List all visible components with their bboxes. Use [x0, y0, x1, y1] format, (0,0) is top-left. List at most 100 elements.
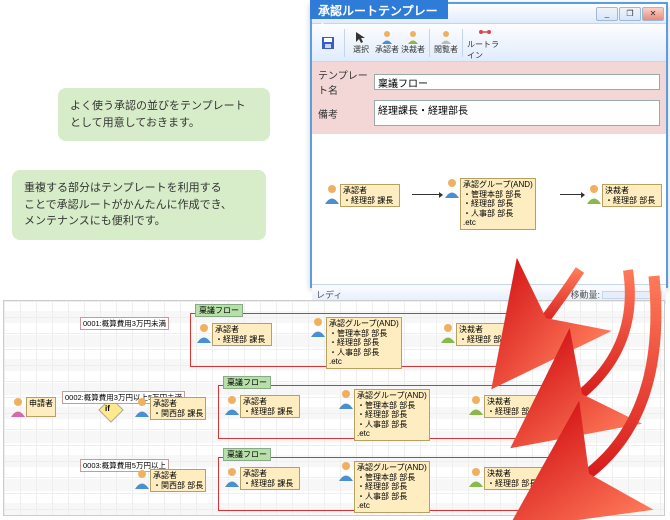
flow-canvas[interactable]: 承認者 ・経理部 課長 承認グループ(AND) ・管理本部 部長 ・経理部 部長…: [312, 134, 666, 284]
node-title: 承認グループ(AND): [329, 319, 399, 329]
node-line: ・管理本部 部長: [463, 190, 533, 200]
save-button[interactable]: [316, 36, 340, 50]
save-icon: [321, 36, 335, 50]
flow-node-group[interactable]: 承認グループ(AND) ・管理本部 部長 ・経理部 部長 ・人事部 部長 .et…: [444, 178, 536, 230]
node-title: 承認グループ(AND): [357, 463, 427, 473]
template-name-label: テンプレート名: [318, 67, 374, 97]
app-window: _ ❐ ✕ 選択 承認者 決裁者: [310, 2, 668, 288]
approver-label: 承認者: [375, 44, 399, 55]
viewer-button[interactable]: 閲覧者: [434, 30, 458, 55]
template-name-input[interactable]: [374, 74, 660, 90]
node-title: 承認者: [243, 469, 297, 479]
toolbar-separator: [462, 29, 463, 57]
actor-icon: [310, 317, 326, 337]
flow-node[interactable]: 承認グループ(AND)・管理本部 部長・経理部 部長・人事部 部長.etc: [338, 389, 430, 441]
flow-node[interactable]: 決裁者・経理部 部長: [440, 323, 516, 346]
callout-line: として用意しておきます。: [70, 115, 258, 132]
callout-line: よく使う承認の並びをテンプレート: [70, 98, 258, 115]
node-line: ・経理部 課長: [243, 407, 297, 417]
zoom-track[interactable]: [602, 291, 662, 299]
toolbar-separator: [344, 29, 345, 57]
node-title: 決裁者: [487, 397, 541, 407]
actor-icon: [10, 397, 26, 417]
node-line: ・経理部 課長: [243, 479, 297, 489]
node-line: ・経理部 部長: [329, 338, 399, 348]
viewer-label: 閲覧者: [434, 44, 458, 55]
note-textarea[interactable]: 経理課長・経理部長: [374, 100, 660, 126]
decider-label: 決裁者: [401, 44, 425, 55]
callout-line: ことで承認ルートがかんたんに作成でき、: [24, 197, 254, 214]
node-line: .etc: [357, 429, 427, 439]
node-line: ・経理部 部長: [357, 482, 427, 492]
route-icon: [478, 25, 492, 39]
flow-node[interactable]: 承認者・関西部 課長: [134, 397, 206, 420]
lower-diagram[interactable]: 申請者 if 0001:概算費用3万円未満 0002:概算費用3万円以上5万円未…: [3, 300, 665, 516]
cursor-icon: [354, 30, 368, 44]
flow-node[interactable]: 決裁者・経理部 部長: [468, 467, 544, 490]
node-line: .etc: [357, 501, 427, 511]
flow-node[interactable]: 決裁者・経理部 部長: [468, 395, 544, 418]
node-line: ・管理本部 部長: [329, 329, 399, 339]
node-title: 決裁者: [605, 186, 659, 196]
routeline-button[interactable]: ルートライン: [467, 25, 503, 61]
approver-button[interactable]: 承認者: [375, 30, 399, 55]
minimize-button[interactable]: _: [596, 7, 618, 21]
node-title: 決裁者: [459, 325, 513, 335]
flow-node[interactable]: 承認者・経理部 課長: [224, 395, 300, 418]
approver-icon: [380, 30, 394, 44]
node-title: 承認者: [343, 186, 397, 196]
select-label: 選択: [353, 44, 369, 55]
node-line: ・人事部 部長: [357, 492, 427, 502]
node-title: 承認グループ(AND): [357, 391, 427, 401]
note-label: 備考: [318, 106, 374, 121]
node-title: 承認グループ(AND): [463, 180, 533, 190]
connector: [560, 194, 584, 195]
flow-node[interactable]: 承認者・経理部 課長: [196, 323, 272, 346]
actor-icon: [468, 467, 484, 487]
actor-icon: [224, 467, 240, 487]
decider-button[interactable]: 決裁者: [401, 30, 425, 55]
actor-icon: [444, 178, 460, 198]
node-line: ・経理部 部長: [605, 196, 659, 206]
frame-title: 稟議フロー: [223, 448, 271, 461]
node-line: ・関西部 部長: [153, 481, 203, 491]
node-line: ・管理本部 部長: [357, 401, 427, 411]
node-line: ・経理部 部長: [487, 479, 541, 489]
actor-icon: [224, 395, 240, 415]
applicant-node[interactable]: 申請者: [10, 397, 56, 417]
node-line: ・関西部 課長: [153, 409, 203, 419]
window-title-banner: 承認ルートテンプレート: [310, 0, 448, 19]
callout-line: 重複する部分はテンプレートを利用する: [24, 180, 254, 197]
flow-node[interactable]: 承認グループ(AND)・管理本部 部長・経理部 部長・人事部 部長.etc: [310, 317, 402, 369]
node-line: ・経理部 課長: [215, 335, 269, 345]
actor-icon: [440, 323, 456, 343]
form-panel: テンプレート名 備考 経理課長・経理部長: [312, 62, 666, 134]
node-title: 承認者: [243, 397, 297, 407]
toolbar-separator: [429, 29, 430, 57]
decider-icon: [406, 30, 420, 44]
node-line: ・経理部 部長: [459, 335, 513, 345]
callout-line: メンテナンスにも便利です。: [24, 213, 254, 230]
node-line: ・経理部 課長: [343, 196, 397, 206]
branch-label-1: 0001:概算費用3万円未満: [80, 317, 169, 330]
actor-icon: [196, 323, 212, 343]
viewer-icon: [439, 30, 453, 44]
flow-node-approver[interactable]: 承認者 ・経理部 課長: [324, 184, 400, 207]
select-button[interactable]: 選択: [349, 30, 373, 55]
if-label: if: [105, 404, 110, 413]
actor-icon: [338, 461, 354, 481]
flow-node[interactable]: 承認者・関西部 部長: [134, 469, 206, 492]
frame-title: 稟議フロー: [195, 304, 243, 317]
actor-icon: [324, 184, 340, 204]
actor-icon: [338, 389, 354, 409]
node-line: .etc: [329, 357, 399, 367]
flow-node-decider[interactable]: 決裁者 ・経理部 部長: [586, 184, 662, 207]
node-line: ・人事部 部長: [463, 209, 533, 219]
maximize-button[interactable]: ❐: [619, 7, 641, 21]
flow-node[interactable]: 承認グループ(AND)・管理本部 部長・経理部 部長・人事部 部長.etc: [338, 461, 430, 513]
node-title: 決裁者: [487, 469, 541, 479]
node-title: 承認者: [153, 471, 203, 481]
actor-icon: [134, 469, 150, 489]
close-button[interactable]: ✕: [642, 7, 664, 21]
flow-node[interactable]: 承認者・経理部 課長: [224, 467, 300, 490]
